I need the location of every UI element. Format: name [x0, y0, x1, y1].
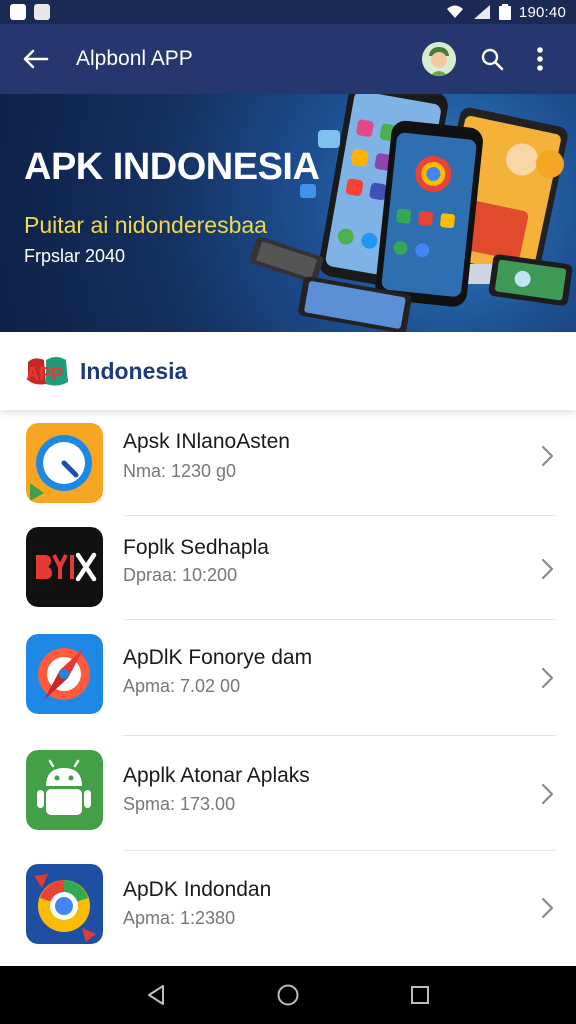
more-options-button[interactable]	[522, 41, 558, 77]
list-item[interactable]: ApDK Indondan Apma: 1:2380	[0, 851, 576, 967]
more-vert-icon	[537, 47, 543, 71]
app-name: Applk Atonar Aplaks	[123, 764, 310, 787]
nav-back-button[interactable]	[136, 975, 176, 1015]
app-bar: Alpbonl APP	[0, 24, 576, 94]
section-header: APP Indonesia	[0, 332, 576, 410]
status-left	[10, 4, 50, 20]
app-list: Apsk INlanoAsten Nma: 1230 g0 Foplk Sedh…	[0, 410, 576, 966]
app-meta: Spma: 173.00	[123, 794, 236, 814]
back-arrow-icon	[23, 49, 49, 69]
app-icon	[26, 423, 103, 503]
system-nav-bar	[0, 966, 576, 1024]
app-icon	[26, 634, 103, 714]
chevron-right-icon	[541, 445, 554, 467]
nav-recents-icon	[411, 986, 429, 1004]
chrome-lens-icon	[26, 864, 103, 944]
app-icon	[26, 864, 103, 944]
back-button[interactable]	[18, 41, 54, 77]
promo-banner[interactable]: APK INDONESIA Puitar ai nidonderesbaa Fr…	[0, 94, 576, 332]
app-meta: Nma: 1230 g0	[123, 461, 237, 481]
user-avatar-icon	[422, 42, 456, 76]
timer-icon	[26, 423, 103, 503]
app-icon	[26, 750, 103, 830]
list-item[interactable]: Foplk Sedhapla Dpraa: 10:200	[0, 516, 576, 632]
nav-back-icon	[148, 985, 164, 1005]
list-item[interactable]: Apsk INlanoAsten Nma: 1230 g0	[0, 410, 576, 526]
app-name: ApDlK Fonorye dam	[123, 646, 313, 669]
android-icon	[26, 750, 103, 830]
phones-illustration	[250, 94, 573, 332]
battery-icon	[498, 4, 511, 20]
app-meta: Dpraa: 10:200	[123, 565, 238, 585]
byx-logo-icon	[26, 527, 103, 607]
app-meta: Apma: 1:2380	[123, 908, 236, 928]
list-item[interactable]: ApDlK Fonorye dam Apma: 7.02 00	[0, 620, 576, 736]
nav-home-icon	[277, 984, 299, 1006]
chevron-right-icon	[541, 783, 554, 805]
banner-date: Frpslar 2040	[24, 246, 126, 266]
chevron-right-icon	[541, 558, 554, 580]
apk-logo-icon: APP	[26, 357, 68, 386]
chevron-right-icon	[541, 667, 554, 689]
section-title: Indonesia	[80, 357, 188, 384]
banner-subtitle: Puitar ai nidonderesbaa	[24, 212, 267, 238]
app-name: Apsk INlanoAsten	[123, 430, 290, 453]
search-button[interactable]	[474, 41, 510, 77]
status-bar: 190:40	[0, 0, 576, 24]
nav-home-button[interactable]	[268, 975, 308, 1015]
list-item[interactable]: Applk Atonar Aplaks Spma: 173.00	[0, 736, 576, 852]
app-store-logo: APP	[24, 354, 72, 388]
notification-file-icon	[34, 4, 50, 20]
status-right: 190:40	[445, 4, 566, 21]
signal-icon	[473, 5, 490, 19]
status-time: 190:40	[518, 3, 566, 21]
app-meta: Apma: 7.02 00	[123, 676, 241, 696]
avatar[interactable]	[422, 42, 456, 76]
wifi-icon	[446, 5, 463, 18]
chevron-right-icon	[541, 897, 554, 919]
nav-recents-button[interactable]	[400, 975, 440, 1015]
app-name: Foplk Sedhapla	[123, 536, 269, 559]
app-name: ApDK Indondan	[123, 878, 272, 901]
app-title: Alpbonl APP	[76, 47, 193, 70]
notification-photo-icon	[10, 4, 26, 20]
search-icon	[481, 48, 504, 71]
logo-text: APP	[26, 364, 63, 384]
app-icon	[26, 527, 103, 607]
compass-icon	[26, 634, 103, 714]
